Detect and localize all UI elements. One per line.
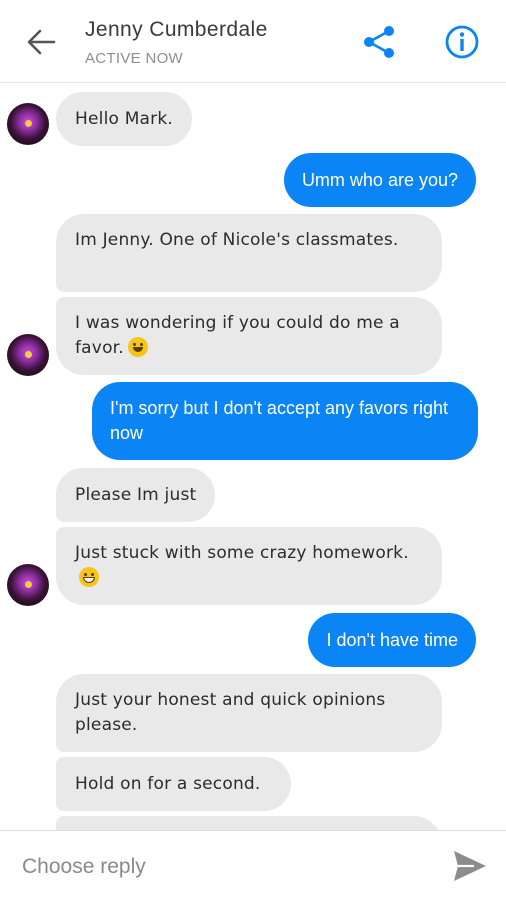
reply-input[interactable] (20, 849, 424, 885)
incoming-message[interactable]: Hello Mark. (56, 92, 193, 146)
back-arrow-icon[interactable] (24, 26, 58, 58)
send-icon[interactable] (452, 849, 488, 883)
message-text: Hold on for a second. (75, 774, 261, 794)
contact-avatar[interactable] (7, 103, 49, 145)
message-text: Im Jenny. One of Nicole's classmates. (75, 230, 399, 250)
message-text: Please Im just (75, 485, 197, 505)
message-text: Umm who are you? (301, 170, 458, 190)
chat-header: Jenny Cumberdale ACTIVE NOW (0, 0, 506, 83)
incoming-message[interactable]: Please Im just (56, 468, 216, 522)
message-list[interactable]: Hello Mark. Umm who are you? Im Jenny. O… (0, 84, 506, 830)
contact-name[interactable]: Jenny Cumberdale (85, 18, 268, 42)
message-text: Hello Mark. (75, 109, 174, 129)
incoming-message[interactable]: Im Jenny. One of Nicole's classmates. (56, 214, 442, 292)
smile-emoji-icon (127, 337, 148, 357)
incoming-message[interactable]: Hold on for a second. (56, 757, 291, 811)
message-text: I was wondering if you could do me a fav… (75, 313, 400, 358)
share-icon[interactable] (362, 24, 396, 60)
contact-avatar[interactable] (7, 564, 49, 606)
reply-composer (0, 830, 506, 900)
outgoing-message[interactable]: I don't have time (308, 613, 476, 667)
grin-emoji-icon (79, 567, 99, 587)
message-text: Just your honest and quick opinions plea… (75, 690, 386, 735)
incoming-message[interactable]: Just stuck with some crazy homework. (56, 527, 442, 605)
incoming-message-partial[interactable] (56, 816, 442, 830)
incoming-message[interactable]: I was wondering if you could do me a fav… (56, 297, 442, 375)
outgoing-message[interactable]: I'm sorry but I don't accept any favors … (92, 382, 478, 460)
incoming-message[interactable]: Just your honest and quick opinions plea… (56, 674, 442, 752)
outgoing-message[interactable]: Umm who are you? (283, 153, 476, 207)
contact-avatar[interactable] (7, 334, 49, 376)
active-status: ACTIVE NOW (85, 50, 184, 67)
message-text: Just stuck with some crazy homework. (75, 543, 409, 563)
message-text: I don't have time (326, 630, 458, 650)
info-icon[interactable] (444, 24, 480, 60)
message-text: I'm sorry but I don't accept any favors … (110, 398, 449, 443)
